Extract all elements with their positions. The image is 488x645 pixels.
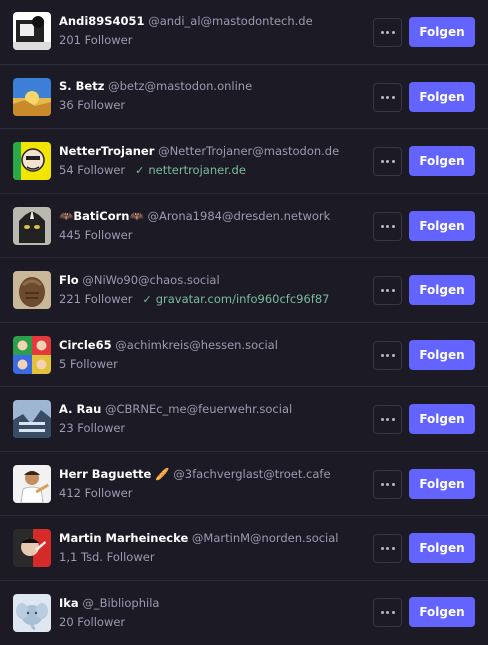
account-handle: @3fachverglast@troet.cafe <box>173 467 330 481</box>
follower-count: 5 Follower <box>59 357 118 371</box>
follow-button[interactable]: Folgen <box>409 404 475 434</box>
follower-count: 201 Follower <box>59 33 132 47</box>
display-name[interactable]: NetterTrojaner <box>59 144 154 158</box>
account-list: Andi89S4051 @andi_al@mastodontech.de 201… <box>0 0 488 640</box>
follower-count: 36 Follower <box>59 98 125 112</box>
follow-button[interactable]: Folgen <box>409 275 475 305</box>
more-options-button[interactable] <box>373 598 402 627</box>
follow-button[interactable]: Folgen <box>409 82 475 112</box>
account-handle: @_Bibliophila <box>82 596 159 610</box>
account-row: NetterTrojaner @NetterTrojaner@mastodon.… <box>0 129 488 194</box>
display-name[interactable]: Andi89S4051 <box>59 14 145 28</box>
account-row: Circle65 @achimkreis@hessen.social 5 Fol… <box>0 323 488 388</box>
follower-count: 412 Follower <box>59 486 132 500</box>
display-name[interactable]: Herr Baguette 🥖 <box>59 467 170 481</box>
more-options-button[interactable] <box>373 405 402 434</box>
display-name[interactable]: Martin Marheinecke <box>59 531 188 545</box>
more-options-button[interactable] <box>373 18 402 47</box>
account-row: Martin Marheinecke @MartinM@norden.socia… <box>0 516 488 581</box>
account-handle: @CBRNEc_me@feuerwehr.social <box>105 402 292 416</box>
display-name[interactable]: Flo <box>59 273 79 287</box>
account-row: Andi89S4051 @andi_al@mastodontech.de 201… <box>0 0 488 65</box>
account-handle: @MartinM@norden.social <box>192 531 339 545</box>
display-name[interactable]: Circle65 <box>59 338 112 352</box>
more-options-button[interactable] <box>373 470 402 499</box>
avatar[interactable] <box>13 529 51 567</box>
more-options-button[interactable] <box>373 212 402 241</box>
more-options-button[interactable] <box>373 341 402 370</box>
account-handle: @andi_al@mastodontech.de <box>148 14 312 28</box>
avatar[interactable] <box>13 207 51 245</box>
verified-link[interactable]: ✓gravatar.com/info960cfc96f87 <box>142 292 329 306</box>
account-handle: @NiWo90@chaos.social <box>82 273 219 287</box>
follow-button[interactable]: Folgen <box>409 340 475 370</box>
account-handle: @betz@mastodon.online <box>108 79 252 93</box>
account-row: S. Betz @betz@mastodon.online 36 Followe… <box>0 65 488 130</box>
avatar[interactable] <box>13 271 51 309</box>
more-options-button[interactable] <box>373 276 402 305</box>
account-row: Herr Baguette 🥖 @3fachverglast@troet.caf… <box>0 452 488 517</box>
follower-count: 54 Follower <box>59 163 125 177</box>
display-name[interactable]: S. Betz <box>59 79 104 93</box>
account-handle: @Arona1984@dresden.network <box>147 209 330 223</box>
avatar[interactable] <box>13 78 51 116</box>
follow-button[interactable]: Folgen <box>409 211 475 241</box>
avatar[interactable] <box>13 400 51 438</box>
checkmark-icon: ✓ <box>135 164 144 177</box>
avatar[interactable] <box>13 336 51 374</box>
account-row: Flo @NiWo90@chaos.social 221 Follower ✓gr… <box>0 258 488 323</box>
account-row: A. Rau @CBRNEc_me@feuerwehr.social 23 Fo… <box>0 387 488 452</box>
follow-button[interactable]: Folgen <box>409 17 475 47</box>
follow-button[interactable]: Folgen <box>409 597 475 627</box>
display-name[interactable]: Ika <box>59 596 79 610</box>
verified-link[interactable]: ✓nettertrojaner.de <box>135 163 246 177</box>
more-options-button[interactable] <box>373 534 402 563</box>
follower-count: 23 Follower <box>59 421 125 435</box>
follower-count: 1,1 Tsd. Follower <box>59 550 155 564</box>
checkmark-icon: ✓ <box>142 293 151 306</box>
follower-count: 20 Follower <box>59 615 125 629</box>
avatar[interactable] <box>13 142 51 180</box>
follower-count: 221 Follower <box>59 292 132 306</box>
follow-button[interactable]: Folgen <box>409 469 475 499</box>
follow-button[interactable]: Folgen <box>409 146 475 176</box>
account-handle: @NetterTrojaner@mastodon.de <box>158 144 339 158</box>
follow-button[interactable]: Folgen <box>409 533 475 563</box>
avatar[interactable] <box>13 465 51 503</box>
display-name[interactable]: 🦇BatiCorn🦇 <box>59 209 144 223</box>
more-options-button[interactable] <box>373 147 402 176</box>
account-row: 🦇BatiCorn🦇 @Arona1984@dresden.network 44… <box>0 194 488 259</box>
account-row: Ika @_Bibliophila 20 Follower Folgen <box>0 581 488 645</box>
avatar[interactable] <box>13 594 51 632</box>
avatar[interactable] <box>13 12 51 50</box>
account-handle: @achimkreis@hessen.social <box>115 338 278 352</box>
follower-count: 445 Follower <box>59 228 132 242</box>
display-name[interactable]: A. Rau <box>59 402 101 416</box>
more-options-button[interactable] <box>373 83 402 112</box>
